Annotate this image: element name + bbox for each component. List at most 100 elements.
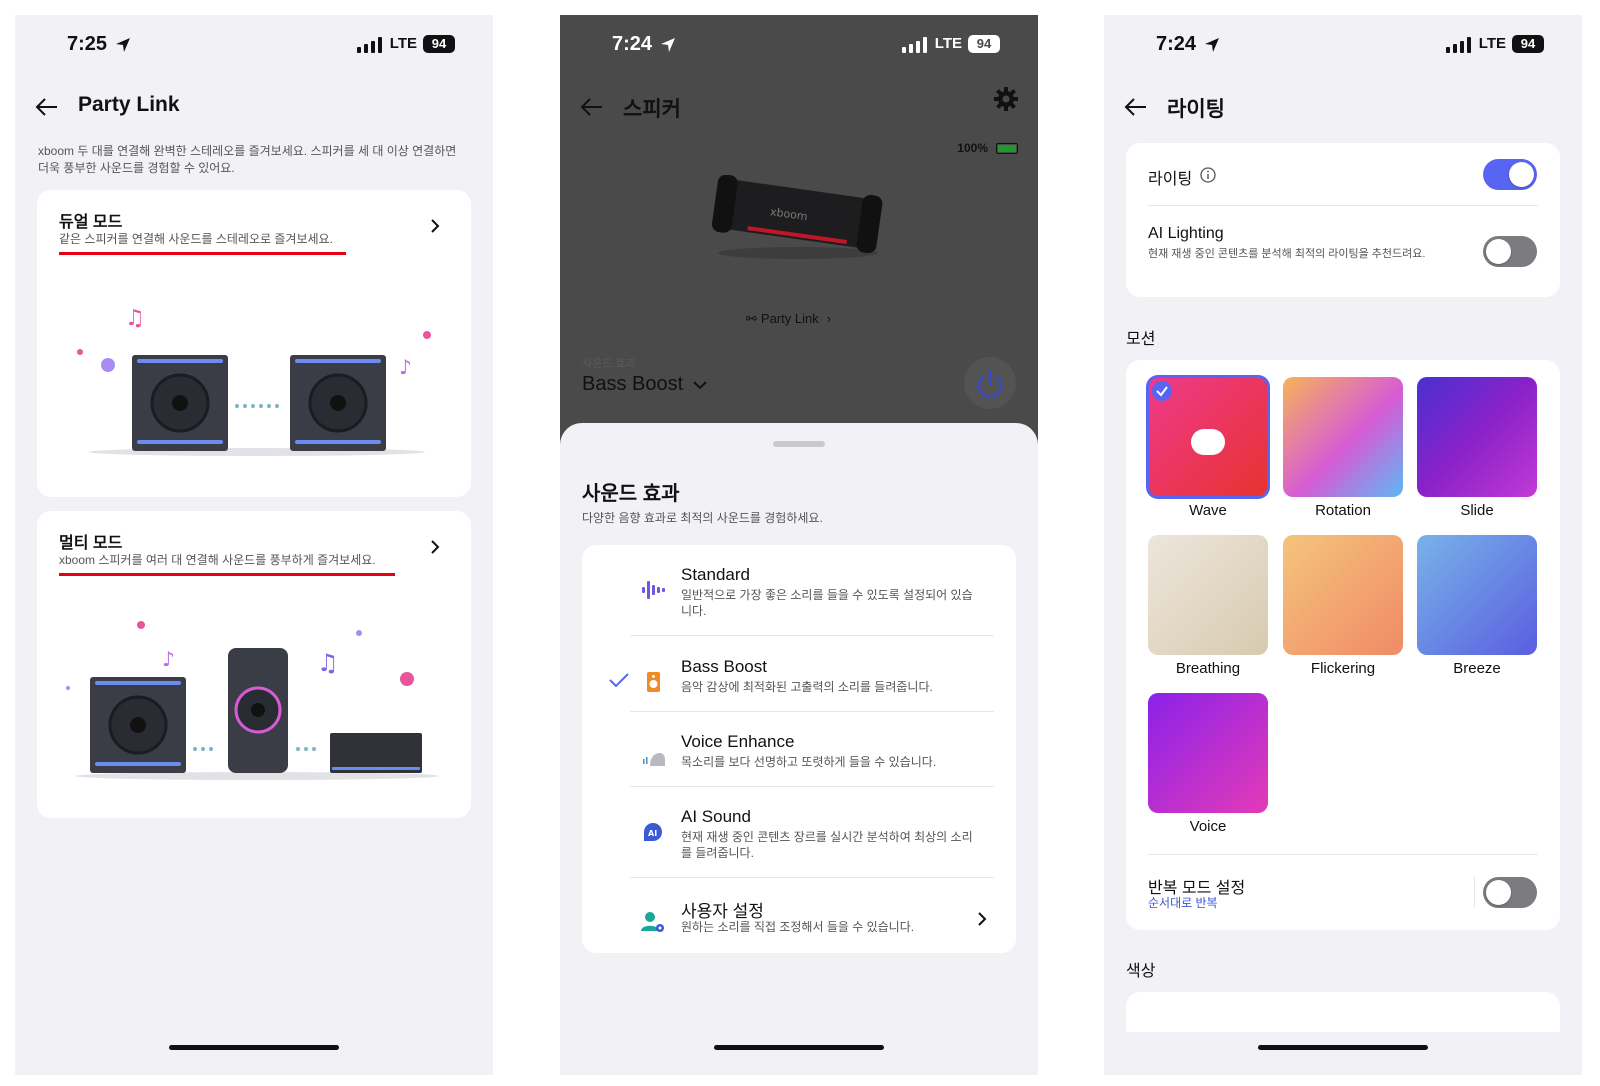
effect-option-user-settings[interactable]: 사용자 설정 원하는 소리를 직접 조정해서 들을 수 있습니다. [582,897,1016,947]
signal-icon [902,37,928,53]
motion-tile-breathing[interactable] [1148,535,1268,655]
page-title: 라이팅 [1167,98,1225,121]
svg-text:♪: ♪ [399,355,412,379]
svg-text:♪: ♪ [162,647,175,671]
effect-option-bass-boost[interactable]: Bass Boost 음악 감상에 최적화된 고출력의 소리를 들려줍니다. [582,657,1016,719]
location-arrow-icon [1205,38,1219,52]
home-indicator [169,1045,339,1050]
divider [630,635,994,636]
divider [1474,876,1475,908]
multi-mode-card[interactable]: 멀티 모드 xboom 스피커를 여러 대 연결해 사운드를 풍부하게 즐겨보세… [37,511,471,818]
motion-label: Breeze [1453,660,1501,677]
speaker-icon [647,672,660,692]
power-button[interactable] [964,357,1016,409]
motion-label: Voice [1189,818,1227,835]
chevron-right-icon[interactable] [429,218,441,234]
dual-mode-card[interactable]: 듀얼 모드 같은 스피커를 연결해 사운드를 스테레오로 즐겨보세요. ♫ ♪ [37,190,471,497]
page-title: Party Link [78,93,180,116]
back-arrow-icon[interactable] [35,97,59,117]
motion-label: Breathing [1175,660,1241,677]
status-bar: 7:25 LTE 94 [15,33,493,59]
svg-text:AI: AI [648,829,657,838]
network-type: LTE [1478,35,1506,52]
color-card [1126,992,1560,1032]
motion-section-title: 모션 [1126,331,1156,348]
location-arrow-icon [116,38,130,52]
repeat-mode-label: 반복 모드 설정 [1148,880,1246,897]
info-icon[interactable] [1200,167,1216,183]
sound-effect-sheet: 사운드 효과 다양한 음향 효과로 최적의 사운드를 경험하세요. Standa… [560,423,1038,1075]
signal-icon [357,37,383,53]
effect-option-ai-sound[interactable]: AI AI Sound 현재 재생 중인 콘텐츠 장르를 실시간 분석하여 최상… [582,807,1016,877]
back-arrow-icon[interactable] [1124,97,1148,117]
effect-dropdown[interactable]: Bass Boost [582,373,707,396]
party-link-button[interactable]: ⚯ Party Link › [746,311,831,327]
page-title: 스피커 [623,98,681,121]
sound-effect-list: Standard 일반적으로 가장 좋은 소리를 들을 수 있도록 설정되어 있… [582,545,1016,953]
lighting-screen: 7:24 LTE 94 라이팅 라이팅 AI Lighting 현재 재생 중인… [1104,15,1582,1075]
party-link-screen: 7:25 LTE 94 Party Link xboom 두 대를 연결해 완벽… [15,15,493,1075]
motion-tile-slide[interactable] [1417,377,1537,497]
gear-icon[interactable] [994,87,1018,111]
motion-tile-wave[interactable] [1146,375,1270,499]
ai-icon: AI [644,823,662,841]
divider [630,786,994,787]
waveform-icon [642,581,665,599]
effect-option-standard[interactable]: Standard 일반적으로 가장 좋은 소리를 들을 수 있도록 설정되어 있… [582,565,1016,635]
user-settings-icon [641,912,664,932]
divider [630,877,994,878]
motion-tile-rotation[interactable] [1283,377,1403,497]
lighting-toggle[interactable] [1483,159,1537,190]
checkmark-icon [609,673,629,688]
check-badge-icon [1152,381,1172,401]
svg-text:♫: ♫ [317,649,339,677]
motion-tile-breeze[interactable] [1417,535,1537,655]
ai-lighting-toggle[interactable] [1483,236,1537,267]
lighting-settings-card: 라이팅 AI Lighting 현재 재생 중인 콘텐츠를 분석해 최적의 라이… [1126,143,1560,297]
effect-option-voice-enhance[interactable]: Voice Enhance 목소리를 보다 선명하고 또렷하게 들을 수 있습니… [582,732,1016,794]
signal-icon [1446,37,1472,53]
divider [1148,854,1538,855]
dual-speakers-illustration: ♫ ♪ [77,306,431,456]
multi-mode-desc: xboom 스피커를 여러 대 연결해 사운드를 풍부하게 즐겨보세요. [59,553,376,567]
voice-icon [643,753,665,766]
effect-title: Voice Enhance [681,732,795,751]
sheet-title: 사운드 효과 [582,483,680,505]
ai-lighting-label: AI Lighting [1148,225,1224,242]
chevron-right-icon: › [826,311,832,326]
effect-desc: 일반적으로 가장 좋은 소리를 들을 수 있도록 설정되어 있습니다. [681,588,973,618]
back-arrow-icon[interactable] [580,97,604,117]
chevron-right-icon[interactable] [429,539,441,555]
highlight-underline [59,573,395,576]
motion-label: Rotation [1315,502,1371,519]
party-link-label: Party Link [760,311,819,326]
speaker-battery-percent: 100% [957,141,988,155]
status-bar: 7:24 LTE 94 [1104,33,1582,59]
color-section-title: 색상 [1126,963,1156,980]
sheet-grabber[interactable] [773,441,825,447]
motion-tile-voice[interactable] [1148,693,1268,813]
multi-speakers-illustration: ♪ ♫ [66,621,439,780]
status-time: 7:24 [612,33,653,55]
effect-title: Standard [681,565,750,584]
sheet-subtitle: 다양한 음향 효과로 최적의 사운드를 경험하세요. [582,511,823,525]
chevron-down-icon [693,381,707,390]
speaker-battery-icon [996,143,1018,154]
chevron-right-icon [978,912,987,926]
ai-lighting-desc: 현재 재생 중인 콘텐츠를 분석해 최적의 라이팅을 추천드려요. [1148,248,1426,260]
motion-label: Slide [1460,502,1494,519]
motion-tile-flickering[interactable] [1283,535,1403,655]
home-indicator [1258,1045,1428,1050]
motion-label: Wave [1189,502,1227,519]
repeat-mode-toggle[interactable] [1483,877,1537,908]
effect-desc: 현재 재생 중인 콘텐츠 장르를 실시간 분석하여 최상의 소리를 들려줍니다. [681,830,973,860]
battery-icon: 94 [968,35,1000,53]
multi-mode-title: 멀티 모드 [59,535,123,552]
status-time: 7:25 [67,33,108,55]
highlight-underline [59,252,346,255]
repeat-mode-value[interactable]: 순서대로 반복 [1148,896,1218,910]
location-arrow-icon [661,38,675,52]
lighting-label: 라이팅 [1148,171,1193,188]
dual-mode-title: 듀얼 모드 [59,214,123,231]
dual-mode-desc: 같은 스피커를 연결해 사운드를 스테레오로 즐겨보세요. [59,232,333,246]
